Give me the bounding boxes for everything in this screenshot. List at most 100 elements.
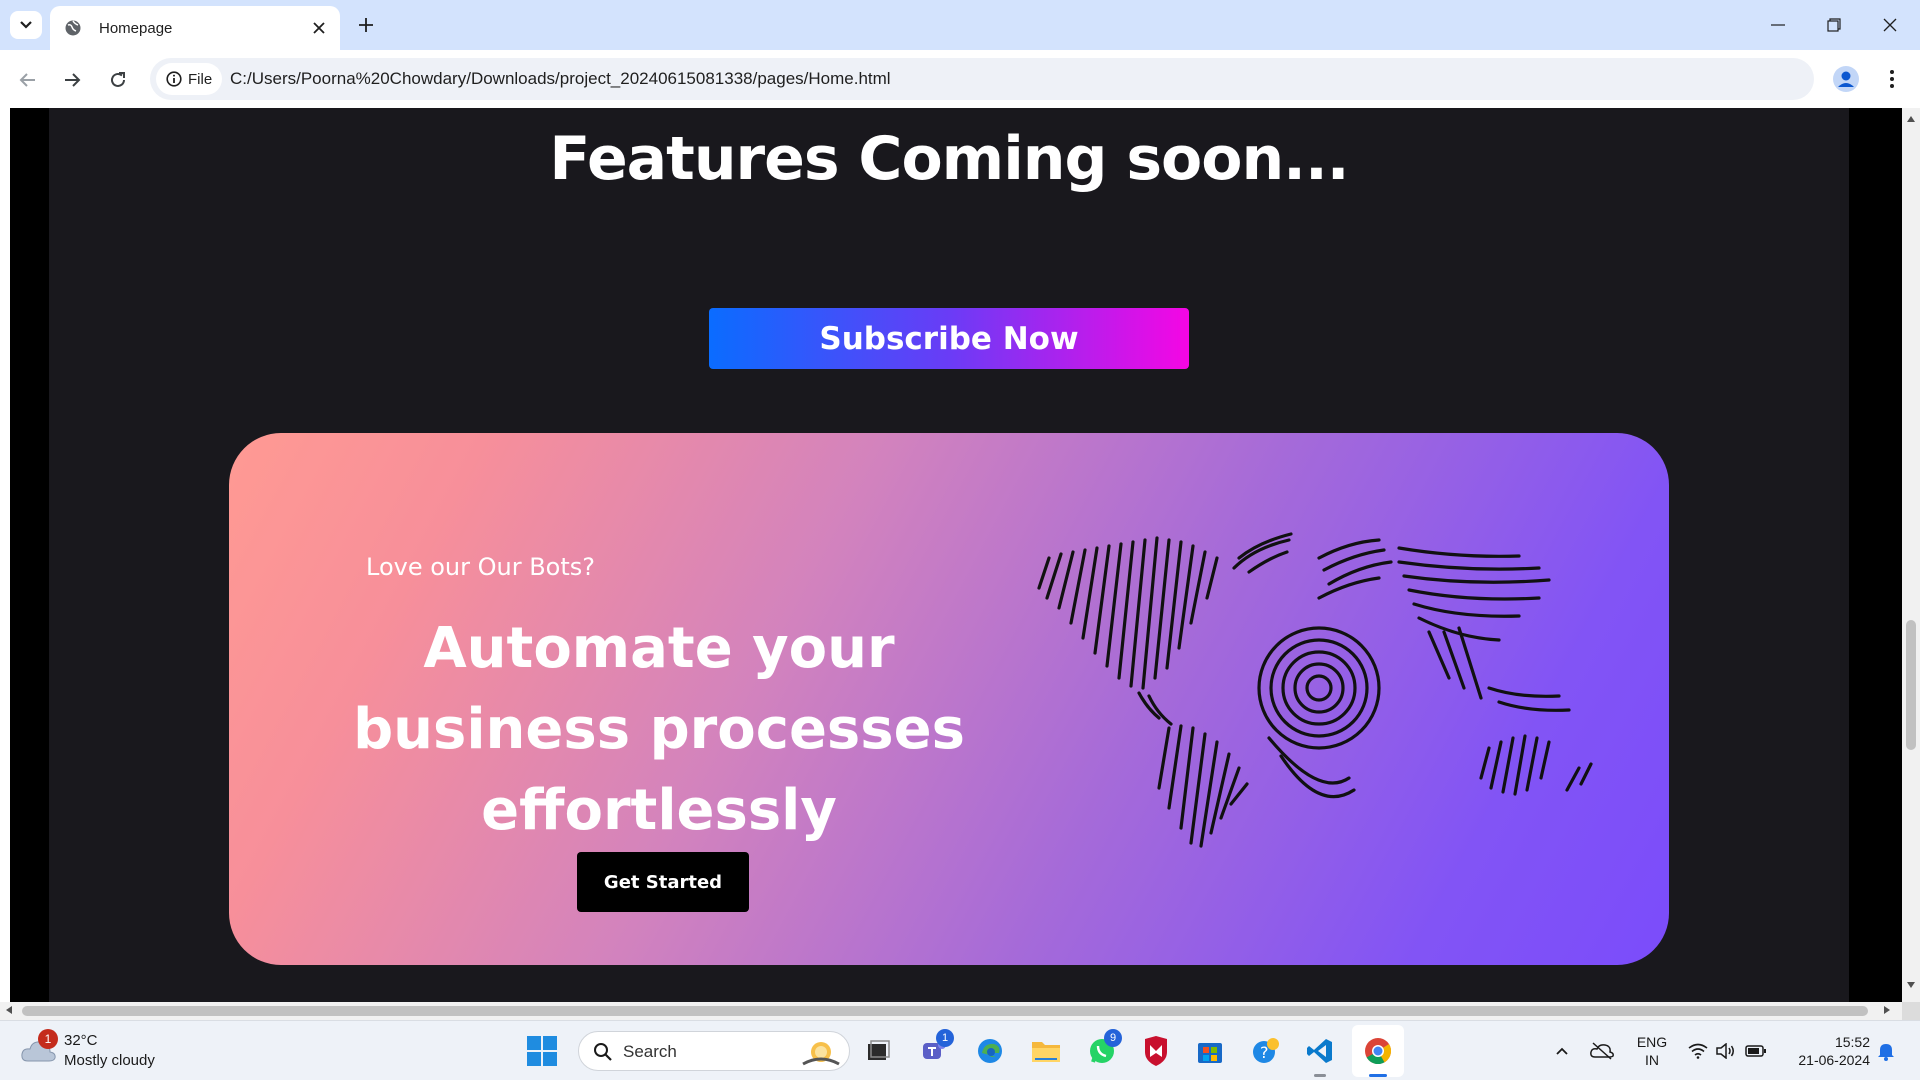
taskbar: 1 32°C Mostly cloudy Search 1 9 ? ENG IN… [0,1020,1920,1080]
store-button[interactable] [1190,1031,1230,1071]
vscode-icon [1307,1039,1332,1063]
battery-icon [1745,1045,1766,1057]
reload-button[interactable] [102,64,134,96]
teams-badge: 1 [936,1029,954,1047]
search-label: Search [623,1042,677,1061]
mcafee-icon [1145,1036,1167,1066]
edge-icon [978,1039,1002,1063]
tab-strip: Homepage [0,0,1920,50]
promo-heading: Automate your business processes effortl… [353,616,965,843]
page-body: Features Coming soon... Subscribe Now Lo… [49,108,1849,1002]
profile-button[interactable] [1830,63,1862,95]
vscode-button[interactable] [1300,1031,1340,1077]
close-window-button[interactable] [1862,0,1918,50]
battery-button[interactable] [1744,1039,1768,1063]
world-map-image [1037,532,1593,848]
input-language[interactable]: ENG IN [1634,1033,1670,1069]
lang-region: IN [1645,1052,1659,1068]
help-button[interactable]: ? [1246,1031,1286,1071]
site-info-chip[interactable]: File [156,63,222,95]
clock-time: 15:52 [1834,1034,1870,1050]
weather-temp: 32°C [64,1032,98,1049]
svg-text:?: ? [1260,1043,1269,1062]
volume-button[interactable] [1714,1039,1738,1063]
teams-button[interactable]: 1 [914,1029,954,1071]
chevron-down-icon [20,21,32,29]
chrome-icon [1365,1038,1392,1065]
site-chip-label: File [188,70,213,88]
reload-icon [111,72,125,87]
back-button[interactable] [12,64,44,96]
volume-icon [1716,1043,1734,1059]
scroll-left-icon[interactable] [6,1006,12,1014]
onedrive-button[interactable] [1590,1039,1614,1063]
show-hidden-icons-button[interactable] [1550,1039,1574,1063]
horizontal-scrollbar[interactable] [0,1002,1902,1020]
close-window-icon [1883,18,1897,32]
search-highlight-icon [802,1042,840,1066]
kebab-menu-icon [1890,70,1894,88]
new-tab-button[interactable] [352,11,380,39]
forward-icon [65,73,81,87]
scroll-up-icon[interactable] [1907,116,1915,122]
cloud-off-icon [1590,1042,1614,1060]
windows-logo-icon [527,1036,557,1066]
task-view-icon [868,1040,890,1060]
lang-code: ENG [1636,1034,1668,1050]
tab-homepage[interactable]: Homepage [50,6,340,50]
wifi-button[interactable] [1686,1039,1710,1063]
minimize-button[interactable] [1750,0,1806,50]
vertical-scroll-thumb[interactable] [1906,620,1916,750]
start-button[interactable] [526,1035,558,1067]
chevron-up-icon [1556,1047,1568,1055]
scrollbar-corner [1902,1002,1920,1020]
horizontal-scroll-thumb[interactable] [22,1006,1868,1016]
file-explorer-button[interactable] [1026,1031,1066,1071]
scroll-right-icon[interactable] [1884,1006,1890,1014]
notifications-button[interactable] [1874,1039,1898,1063]
plus-icon [359,18,373,32]
scroll-down-icon[interactable] [1907,982,1915,988]
features-title: Features Coming soon... [549,124,1349,194]
subscribe-button[interactable]: Subscribe Now [709,308,1189,369]
forward-button[interactable] [56,64,88,96]
taskbar-search[interactable]: Search [578,1031,850,1071]
chrome-running-indicator [1369,1074,1387,1077]
vscode-running-indicator [1314,1074,1326,1077]
folder-icon [1032,1042,1060,1062]
weather-badge: 1 [38,1029,58,1049]
promo-kicker: Love our Our Bots? [366,553,596,581]
weather-widget[interactable]: 1 32°C Mostly cloudy [20,1029,190,1073]
minimize-icon [1771,24,1785,26]
close-icon[interactable] [306,15,332,41]
restore-icon [1827,18,1841,32]
task-view-button[interactable] [858,1031,898,1071]
mcafee-button[interactable] [1136,1031,1176,1071]
weather-condition: Mostly cloudy [64,1052,155,1069]
search-icon [594,1043,612,1061]
clock-date: 21-06-2024 [1798,1052,1870,1068]
info-icon [166,71,182,87]
chrome-button[interactable] [1358,1031,1398,1077]
vertical-scrollbar[interactable] [1902,108,1920,1002]
globe-icon [63,18,83,38]
taskbar-clock[interactable]: 15:52 21-06-2024 [1780,1033,1870,1069]
tab-title: Homepage [99,19,173,37]
tab-search-button[interactable] [10,11,42,39]
get-started-button[interactable]: Get Started [577,852,749,912]
url-text[interactable]: C:/Users/Poorna%20Chowdary/Downloads/pro… [230,69,891,89]
edge-button[interactable] [970,1031,1010,1071]
help-icon: ? [1253,1038,1279,1063]
profile-icon [1833,66,1859,92]
omnibox[interactable]: File C:/Users/Poorna%20Chowdary/Download… [150,58,1814,100]
store-icon [1198,1043,1222,1063]
page-viewport: Features Coming soon... Subscribe Now Lo… [0,108,1902,1002]
viewport-left-edge [0,108,10,1002]
whatsapp-button[interactable]: 9 [1082,1029,1122,1071]
promo-banner: Love our Our Bots? Automate your busines… [229,433,1669,965]
bell-icon [1878,1044,1894,1061]
back-icon [19,73,35,87]
browser-menu-button[interactable] [1876,63,1908,95]
restore-button[interactable] [1806,0,1862,50]
wifi-icon [1688,1043,1708,1059]
